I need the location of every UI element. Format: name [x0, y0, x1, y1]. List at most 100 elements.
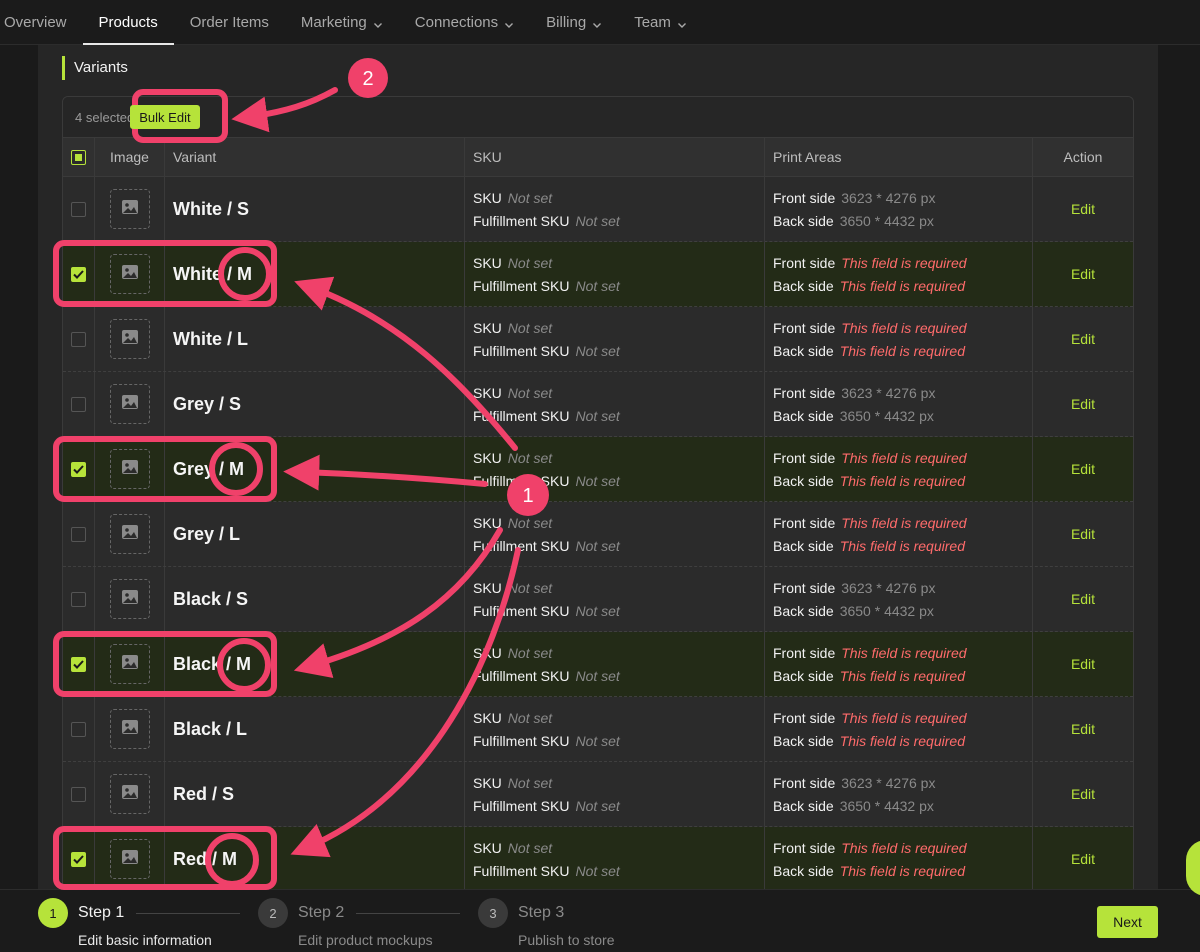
header-sku: SKU [465, 138, 765, 176]
nav-tab-label: Products [98, 13, 158, 31]
image-cell [95, 697, 165, 761]
edit-link[interactable]: Edit [1071, 461, 1095, 477]
row-checkbox-cell[interactable] [63, 437, 95, 501]
print-areas-cell: Front side This field is required Back sid… [765, 437, 1033, 501]
edit-link[interactable]: Edit [1071, 526, 1095, 542]
image-icon [121, 459, 139, 480]
row-checkbox-cell[interactable] [63, 567, 95, 631]
image-placeholder[interactable] [109, 774, 150, 814]
row-checkbox-cell[interactable] [63, 307, 95, 371]
fulfillment-sku-value: Not set [575, 862, 620, 879]
row-checkbox[interactable] [71, 266, 86, 282]
image-placeholder[interactable] [109, 579, 150, 619]
row-checkbox[interactable] [71, 396, 86, 412]
nav-tab-order-items[interactable]: Order Items [174, 0, 285, 44]
row-checkbox-cell[interactable] [63, 762, 95, 826]
back-side-error: This field is required [839, 342, 965, 359]
front-side-label: Front side [773, 579, 836, 596]
variant-name: Grey / M [173, 458, 245, 479]
sku-label: SKU [473, 579, 502, 596]
row-checkbox[interactable] [71, 526, 86, 542]
row-checkbox-cell[interactable] [63, 502, 95, 566]
image-cell [95, 502, 165, 566]
print-areas-cell: Front side 3623 * 4276 px Back side 3650 * … [765, 372, 1033, 436]
nav-tab-products[interactable]: Products [82, 0, 174, 45]
nav-tab-team[interactable]: Team [618, 0, 703, 44]
image-placeholder[interactable] [109, 644, 150, 684]
image-placeholder[interactable] [109, 709, 150, 749]
sku-label: SKU [473, 449, 502, 466]
nav-tab-overview[interactable]: Overview [0, 0, 83, 44]
image-placeholder[interactable] [109, 514, 150, 554]
stepper-footer: 1 Step 1 Edit basic information 2 Step 2 Edit… [0, 889, 1200, 952]
image-placeholder[interactable] [109, 319, 150, 359]
table-row: Black / M SKU Not set Fulfillment SKU Not se… [63, 632, 1133, 697]
floating-help-button[interactable] [1186, 840, 1200, 896]
sku-label: SKU [473, 839, 502, 856]
edit-link[interactable]: Edit [1071, 266, 1095, 282]
sku-label: SKU [473, 189, 502, 206]
sku-value: Not set [507, 319, 553, 336]
print-areas-cell: Front side This field is required Back sid… [765, 827, 1033, 891]
back-side-label: Back side [773, 537, 834, 554]
variant-cell: White / M [165, 242, 465, 306]
row-checkbox[interactable] [71, 851, 86, 867]
edit-link[interactable]: Edit [1071, 786, 1095, 802]
table-row: Grey / L SKU Not set Fulfillment SKU Not set… [63, 502, 1133, 567]
image-cell [95, 177, 165, 241]
row-checkbox-cell[interactable] [63, 827, 95, 891]
nav-tab-label: Billing [546, 13, 587, 31]
image-placeholder[interactable] [109, 189, 150, 229]
next-button[interactable]: Next [1097, 906, 1158, 938]
variant-name: White / L [173, 328, 248, 349]
sku-value: Not set [507, 579, 553, 596]
edit-link[interactable]: Edit [1071, 201, 1095, 217]
chevron-down-icon [373, 17, 383, 28]
fulfillment-sku-value: Not set [575, 342, 620, 359]
fulfillment-sku-value: Not set [575, 602, 620, 619]
fulfillment-sku-value: Not set [575, 797, 620, 814]
row-checkbox[interactable] [71, 786, 86, 802]
select-all-checkbox[interactable] [71, 149, 86, 165]
image-placeholder[interactable] [109, 839, 150, 879]
nav-tab-marketing[interactable]: Marketing [285, 0, 399, 44]
row-checkbox[interactable] [71, 331, 86, 347]
table-row: White / L SKU Not set Fulfillment SKU Not se… [63, 307, 1133, 372]
row-checkbox-cell[interactable] [63, 177, 95, 241]
row-checkbox-cell[interactable] [63, 372, 95, 436]
bulk-edit-button[interactable]: Bulk Edit [130, 105, 200, 129]
back-side-label: Back side [773, 797, 834, 814]
row-checkbox[interactable] [71, 461, 86, 477]
row-checkbox[interactable] [71, 721, 86, 737]
back-side-label: Back side [773, 277, 834, 294]
image-placeholder[interactable] [109, 449, 150, 489]
image-placeholder[interactable] [109, 384, 150, 424]
row-checkbox-cell[interactable] [63, 697, 95, 761]
step-3: 3 Step 3 Publish to store [478, 898, 615, 948]
image-cell [95, 567, 165, 631]
header-checkbox-cell[interactable] [63, 138, 95, 176]
row-checkbox-cell[interactable] [63, 242, 95, 306]
step-2: 2 Step 2 Edit product mockups [258, 898, 461, 948]
nav-tab-connections[interactable]: Connections [399, 0, 530, 44]
print-areas-cell: Front side 3623 * 4276 px Back side 3650 * … [765, 567, 1033, 631]
row-checkbox[interactable] [71, 591, 86, 607]
edit-link[interactable]: Edit [1071, 396, 1095, 412]
edit-link[interactable]: Edit [1071, 851, 1095, 867]
fulfillment-sku-label: Fulfillment SKU [473, 537, 570, 554]
image-cell [95, 437, 165, 501]
front-side-error: This field is required [841, 644, 967, 661]
edit-link[interactable]: Edit [1071, 591, 1095, 607]
row-checkbox[interactable] [71, 656, 86, 672]
back-side-dims: 3650 * 4432 px [839, 797, 934, 814]
row-checkbox-cell[interactable] [63, 632, 95, 696]
fulfillment-sku-label: Fulfillment SKU [473, 602, 570, 619]
edit-link[interactable]: Edit [1071, 331, 1095, 347]
edit-link[interactable]: Edit [1071, 721, 1095, 737]
nav-tab-billing[interactable]: Billing [530, 0, 618, 44]
image-icon [121, 264, 139, 285]
row-checkbox[interactable] [71, 201, 86, 217]
image-icon [121, 329, 139, 350]
edit-link[interactable]: Edit [1071, 656, 1095, 672]
image-placeholder[interactable] [109, 254, 150, 294]
